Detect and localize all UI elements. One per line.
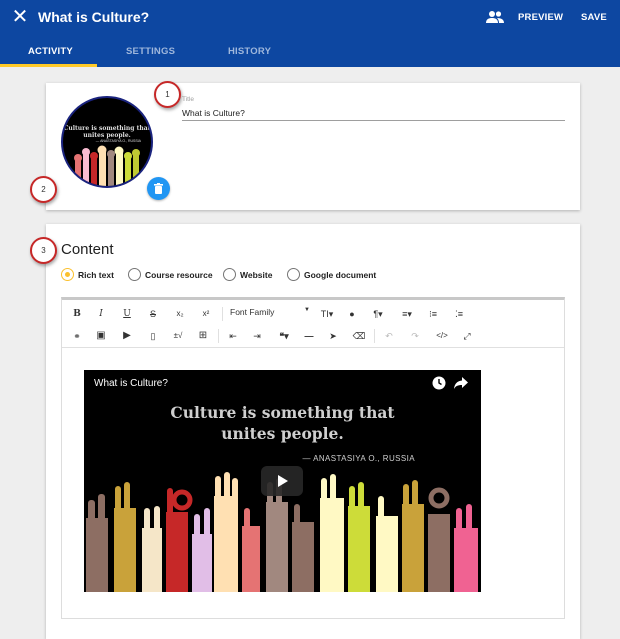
redo-icon[interactable]: ↷ xyxy=(408,329,422,343)
video-quote: Culture is something that unites people. xyxy=(84,402,481,444)
tab-bar: ACTIVITY SETTINGS HISTORY xyxy=(0,38,620,67)
strikethrough-icon[interactable]: S xyxy=(146,307,160,321)
content-card: Content Rich text Course resource Websit… xyxy=(46,224,580,639)
trash-icon xyxy=(154,183,163,194)
callout-1: 1 xyxy=(154,81,181,108)
content-heading: Content xyxy=(61,241,114,258)
italic-icon[interactable]: I xyxy=(94,307,108,321)
file-icon[interactable]: ▯ xyxy=(146,329,160,343)
title-field-label: Title xyxy=(182,96,195,103)
ordered-list-icon[interactable]: ⁝≡ xyxy=(426,307,440,321)
code-view-icon[interactable]: </> xyxy=(434,329,450,343)
select-cursor-icon[interactable]: ➤ xyxy=(326,329,340,343)
active-tab-indicator xyxy=(0,64,97,67)
subscript-icon[interactable]: x₂ xyxy=(172,307,188,321)
rich-text-editor: B I U S x₂ x² Font Family ▼ TI▾ ● ¶▾ ≡▾ … xyxy=(61,297,565,619)
video-quote-line: unites people. xyxy=(221,424,344,443)
eraser-icon[interactable]: ⌫ xyxy=(352,329,366,343)
outdent-icon[interactable]: ⇤ xyxy=(226,329,240,343)
tab-activity[interactable]: ACTIVITY xyxy=(28,46,73,57)
font-family-select[interactable]: Font Family ▼ xyxy=(230,307,310,317)
radio-label: Website xyxy=(240,270,273,280)
font-family-label: Font Family xyxy=(230,307,275,317)
table-icon[interactable]: ⊞ xyxy=(196,329,210,343)
video-quote-line: Culture is something that xyxy=(170,403,395,422)
superscript-icon[interactable]: x² xyxy=(198,307,214,321)
underline-icon[interactable]: U xyxy=(120,307,134,321)
chevron-down-icon: ▼ xyxy=(304,307,310,313)
font-size-icon[interactable]: TI▾ xyxy=(316,307,338,321)
link-icon[interactable]: ⚭ xyxy=(70,329,84,343)
editor-toolbar: B I U S x₂ x² Font Family ▼ TI▾ ● ¶▾ ≡▾ … xyxy=(62,300,564,348)
radio-circle xyxy=(223,268,236,281)
close-icon[interactable]: ✕ xyxy=(9,6,31,28)
page-title: What is Culture? xyxy=(38,9,150,25)
title-input[interactable] xyxy=(182,105,565,121)
activity-thumbnail[interactable]: Culture is something that unites people.… xyxy=(61,96,153,188)
toolbar-divider xyxy=(222,307,223,321)
radio-label: Google document xyxy=(304,270,377,280)
horizontal-rule-icon[interactable]: — xyxy=(302,329,316,343)
tab-history[interactable]: HISTORY xyxy=(228,46,271,57)
paragraph-icon[interactable]: ¶▾ xyxy=(368,307,388,321)
radio-label: Course resource xyxy=(145,270,213,280)
radio-circle xyxy=(287,268,300,281)
thumbnail-hands-image xyxy=(74,145,140,186)
indent-icon[interactable]: ⇥ xyxy=(250,329,264,343)
unordered-list-icon[interactable]: ⁚≡ xyxy=(452,307,466,321)
content-type-radio-group: Rich text Course resource Website Google… xyxy=(61,268,571,284)
quote-icon[interactable]: ❝▾ xyxy=(274,329,294,343)
fullscreen-icon[interactable]: ⤢ xyxy=(460,329,474,343)
toolbar-divider xyxy=(218,329,219,343)
watch-later-icon[interactable] xyxy=(432,376,446,390)
video-attribution: — ANASTASIYA O., RUSSIA xyxy=(302,454,415,463)
play-icon[interactable] xyxy=(261,466,303,496)
image-icon[interactable]: ▣ xyxy=(94,329,108,343)
share-icon[interactable] xyxy=(454,377,468,389)
delete-thumbnail-button[interactable] xyxy=(147,177,170,200)
activity-details-card: Culture is something that unites people.… xyxy=(46,83,580,210)
video-title: What is Culture? xyxy=(94,378,168,389)
undo-icon[interactable]: ↶ xyxy=(382,329,396,343)
embedded-video[interactable]: What is Culture? Culture is something th… xyxy=(84,370,481,592)
align-icon[interactable]: ≡▾ xyxy=(396,307,418,321)
callout-3: 3 xyxy=(30,237,57,264)
video-icon[interactable]: ▶ xyxy=(120,329,134,343)
toolbar-divider xyxy=(374,329,375,343)
app-bar: ✕ What is Culture? PREVIEW SAVE ACTIVITY… xyxy=(0,0,620,67)
tab-settings[interactable]: SETTINGS xyxy=(126,46,175,57)
callout-2: 2 xyxy=(30,176,57,203)
radio-circle xyxy=(61,268,74,281)
preview-button[interactable]: PREVIEW xyxy=(518,12,563,23)
save-button[interactable]: SAVE xyxy=(581,12,607,23)
radio-label: Rich text xyxy=(78,270,114,280)
radio-circle xyxy=(128,268,141,281)
equation-icon[interactable]: ±√ xyxy=(170,329,186,343)
color-drop-icon[interactable]: ● xyxy=(346,307,358,321)
bold-icon[interactable]: B xyxy=(70,307,84,321)
people-icon[interactable] xyxy=(486,10,504,24)
